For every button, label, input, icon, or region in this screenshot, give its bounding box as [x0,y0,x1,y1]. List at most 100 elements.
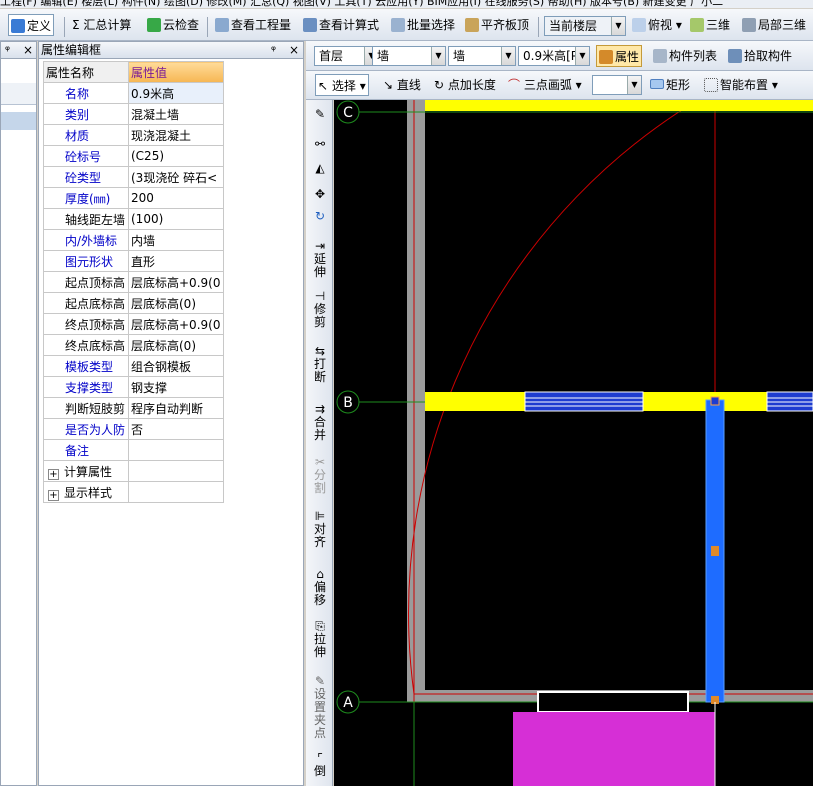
property-row[interactable]: 砼类型 (3现浇砼 碎石< [43,166,224,188]
property-value[interactable]: 内墙 [128,229,224,251]
rotate-icon[interactable]: ↻ [310,210,330,223]
property-row[interactable]: 图元形状 直形 [43,250,224,272]
slab-magenta[interactable] [513,712,715,786]
extend-button[interactable]: ⇥ 延伸 [310,240,330,279]
pick-component-button[interactable]: 拾取构件 [726,45,794,67]
property-value[interactable]: 组合钢模板 [128,355,224,377]
property-value[interactable]: 200 [128,187,224,209]
close-icon[interactable]: × [23,42,33,58]
view-quantity-button[interactable]: 查看工程量 [213,14,293,36]
expand-icon[interactable]: + [48,489,59,501]
property-value[interactable]: (3现浇砼 碎石< [128,166,224,188]
menu-bar[interactable]: 工程(F) 编辑(E) 楼层(L) 构件(N) 绘图(D) 修改(M) 汇总(Q… [0,0,813,8]
property-value[interactable]: 钢支撑 [128,376,224,398]
properties-button[interactable]: 属性 [596,45,643,67]
pin-icon[interactable]: ᵠ [271,42,276,58]
align-slab-top-button[interactable]: 平齐板顶 [463,14,531,36]
property-row[interactable]: 厚度(㎜) 200 [43,187,224,209]
property-value[interactable]: 层底标高+0.9(0 [128,271,224,293]
copy-icon[interactable]: ⚯ [310,138,330,151]
property-row[interactable]: 备注 [43,439,224,461]
align-button[interactable]: ⊫ 对齐 [310,510,330,549]
type1-select[interactable]: 墙 ▼ [372,46,446,66]
property-value[interactable]: 直形 [128,250,224,272]
mirror-icon[interactable]: ◭ [310,162,330,175]
view-formula-button[interactable]: 查看计算式 [301,14,381,36]
property-group-row[interactable]: + 显示样式 [43,481,224,503]
close-icon[interactable]: × [289,42,299,58]
floor-select[interactable]: 首层▼ [314,46,379,66]
menu-bar-text[interactable]: 工程(F) 编辑(E) 楼层(L) 构件(N) 绘图(D) 修改(M) 汇总(Q… [0,0,723,8]
property-row[interactable]: 类别 混凝土墙 [43,103,224,125]
cube-icon [632,18,646,32]
set-grip-button[interactable]: ✎ 设置夹点 [310,675,330,740]
brush-icon[interactable]: ✎ [310,108,330,121]
point-length-button[interactable]: ↻ 点加长度 [432,74,498,96]
property-value[interactable]: (100) [128,208,224,230]
property-value[interactable]: 0.9米高 [128,82,224,104]
smart-place-button[interactable]: 智能布置 ▾ [702,74,780,96]
property-group-name[interactable]: + 计算属性 [43,460,129,482]
left-panel-selected-row[interactable] [1,112,36,130]
property-row[interactable]: 终点顶标高 层底标高+0.9(0 [43,313,224,335]
property-row[interactable]: 终点底标高 层底标高(0) [43,334,224,356]
rect-button[interactable]: 矩形 [648,74,692,96]
expand-icon[interactable]: + [48,468,59,480]
grip-start[interactable] [710,396,720,406]
property-value[interactable]: 层底标高(0) [128,334,224,356]
wall-top-yellow[interactable] [425,100,813,111]
merge-button[interactable]: ⇉ 合并 [310,403,330,442]
property-value[interactable]: 程序自动判断 [128,397,224,419]
break-button[interactable]: ⇆ 打断 [310,345,330,384]
component-select[interactable]: 0.9米高[P ▼ [518,46,590,66]
offset-button[interactable]: ⌂ 偏移 [310,568,330,607]
stretch-button[interactable]: ⎘ 拉伸 [310,620,330,659]
main-toolbar: 定义 Σ 汇总计算 云检查 查看工程量 查看计算式 批量选择 平齐板顶 当前楼层… [0,9,813,41]
property-value[interactable]: (C25) [128,145,224,167]
property-row[interactable]: 轴线距左墙 (100) [43,208,224,230]
grey-wall-left[interactable] [407,100,425,700]
line-button[interactable]: ↘ 直线 [381,74,423,96]
threed-button[interactable]: 三维 [688,14,732,36]
property-row[interactable]: 模板类型 组合钢模板 [43,355,224,377]
opening-rect[interactable] [537,691,689,713]
property-row[interactable]: 起点底标高 层底标高(0) [43,292,224,314]
trim-button[interactable]: ⊣ 修剪 [310,290,330,329]
property-value[interactable]: 否 [128,418,224,440]
current-floor-select[interactable]: 当前楼层 ▼ [544,16,626,36]
property-row[interactable]: 是否为人防否 [43,418,224,440]
three-point-arc-button[interactable]: ⌒ 三点画弧 ▾ [506,74,584,96]
component-list-button[interactable]: 构件列表 [651,45,719,67]
property-value[interactable]: 层底标高(0) [128,292,224,314]
property-row[interactable]: 材质 现浇混凝土 [43,124,224,146]
define-button[interactable]: 定义 [8,14,55,36]
property-row[interactable]: 砼标号 (C25) [43,145,224,167]
left-panel-row[interactable] [1,83,36,105]
arc-mode-select[interactable]: ▼ [592,75,642,95]
batch-select-button[interactable]: 批量选择 [389,14,457,36]
property-group-name[interactable]: + 显示样式 [43,481,129,503]
type2-select[interactable]: 墙 ▼ [448,46,516,66]
property-row[interactable]: 判断短肢剪 程序自动判断 [43,397,224,419]
rect-icon [650,79,664,89]
property-row[interactable]: 内/外墙标 内墙 [43,229,224,251]
property-row[interactable]: 支撑类型 钢支撑 [43,376,224,398]
property-group-row[interactable]: + 计算属性 [43,460,224,482]
grip-mid[interactable] [711,546,719,556]
property-value[interactable]: 层底标高+0.9(0 [128,313,224,335]
drawing-canvas[interactable]: C B A [334,100,813,786]
cloud-check-button[interactable]: 云检查 [145,14,201,36]
property-value[interactable]: 现浇混凝土 [128,124,224,146]
pin-icon[interactable]: ᵠ [5,42,10,58]
property-row[interactable]: 名称 0.9米高 [43,82,224,104]
split-button[interactable]: ✂ 分割 [310,456,330,495]
local-3d-button[interactable]: 局部三维 [740,14,808,36]
sum-calc-button[interactable]: Σ 汇总计算 [70,14,133,36]
property-value[interactable]: 混凝土墙 [128,103,224,125]
property-value[interactable] [128,439,224,461]
select-button[interactable]: ↖ 选择 ▾ [315,74,369,96]
property-row[interactable]: 起点顶标高 层底标高+0.9(0 [43,271,224,293]
top-view-button[interactable]: 俯视 ▾ [630,14,684,36]
fillet-button[interactable]: ⌜ 倒 [310,752,330,778]
move-icon[interactable]: ✥ [310,188,330,201]
